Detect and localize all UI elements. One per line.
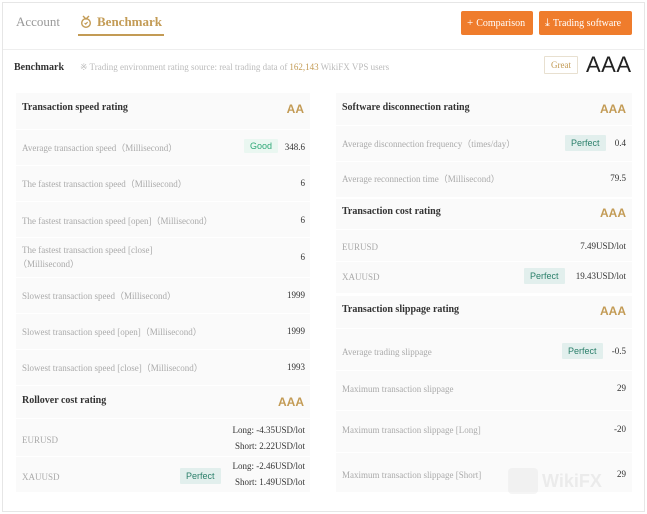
panel-title: Rollover cost rating	[22, 395, 107, 406]
row-label: Average reconnection time（Millisecond）	[342, 174, 500, 184]
row-label: Average trading slippage	[342, 347, 432, 357]
list-item: Maximum transaction slippage [Long] -20	[336, 410, 632, 452]
row-label: The fastest transaction speed（Millisecon…	[22, 179, 187, 189]
panel-grade: AAA	[278, 395, 304, 409]
panel-title: Software disconnection rating	[342, 102, 470, 113]
row-value: 6	[300, 215, 306, 225]
benchmark-label: Benchmark	[14, 61, 64, 73]
transaction-slippage-panel: Transaction slippage rating AAA Average …	[336, 296, 632, 492]
row-label: XAUUSD	[342, 272, 380, 282]
row-value: 1999	[287, 290, 305, 300]
list-item: Average trading slippage Perfect -0.5	[336, 328, 632, 370]
list-item: XAUUSD Perfect 19.43USD/lot	[336, 261, 632, 293]
header-divider	[3, 49, 644, 50]
row-value: 6	[300, 178, 306, 188]
perfect-badge: Perfect	[524, 268, 565, 284]
download-icon: ⤓	[545, 16, 550, 29]
row-label: Maximum transaction slippage	[342, 384, 454, 394]
transaction-cost-panel: Transaction cost rating AAA EURUSD 7.49U…	[336, 199, 632, 293]
list-item: Slowest transaction speed [close]（Millis…	[16, 349, 310, 385]
user-count: 162,143	[289, 62, 319, 72]
trading-software-button[interactable]: ⤓ Trading software	[539, 11, 632, 35]
list-item: Maximum transaction slippage 29	[336, 370, 632, 410]
short-value: Short: 1.49USD/lot	[234, 477, 305, 487]
row-value: 1993	[287, 362, 305, 372]
rollover-cost-panel: Rollover cost rating AAA EURUSD Long: -4…	[16, 386, 310, 492]
list-item: The fastest transaction speed [close] （M…	[16, 237, 310, 277]
row-label: Average transaction speed（Millisecond）	[22, 143, 178, 153]
row-label: Slowest transaction speed [open]（Millise…	[22, 327, 202, 337]
plus-icon: +	[467, 16, 474, 29]
tab-benchmark-label: Benchmark	[97, 14, 162, 29]
benchmark-summary: Benchmark ※ Trading environment rating s…	[14, 52, 634, 79]
great-badge: Great	[544, 56, 578, 74]
list-item: EURUSD Long: -4.35USD/lot Short: 2.22USD…	[16, 418, 310, 456]
row-value: -0.5	[611, 346, 626, 356]
panel-title: Transaction slippage rating	[342, 304, 460, 315]
watermark-text: WikiFX	[542, 470, 602, 491]
short-value: Short: 2.22USD/lot	[234, 441, 305, 451]
tab-account[interactable]: Account	[16, 12, 78, 34]
panel-grade: AAA	[600, 102, 626, 116]
list-item: EURUSD 7.49USD/lot	[336, 229, 632, 261]
tab-bar: Account Benchmark	[16, 12, 164, 36]
list-item: The fastest transaction speed（Millisecon…	[16, 165, 310, 201]
panel-grade: AAA	[600, 206, 626, 220]
panel-title: Transaction cost rating	[342, 206, 441, 217]
panel-grade: AAA	[600, 304, 626, 318]
note-suffix: WikiFX VPS users	[320, 62, 390, 72]
medal-icon	[79, 15, 93, 29]
good-badge: Good	[244, 139, 279, 153]
wikifx-logo-icon	[508, 468, 538, 494]
transaction-speed-panel: Transaction speed rating AA Average tran…	[16, 93, 310, 385]
wikifx-watermark: WikiFX	[508, 466, 636, 496]
row-value: 0.4	[614, 138, 626, 148]
tab-benchmark[interactable]: Benchmark	[78, 12, 164, 36]
list-item: Slowest transaction speed（Millisecond） 1…	[16, 277, 310, 313]
list-item: Slowest transaction speed [open]（Millise…	[16, 313, 310, 349]
row-value: 79.5	[610, 173, 626, 183]
row-value: 7.49USD/lot	[580, 241, 626, 251]
row-value: 1999	[287, 326, 305, 336]
info-icon: ※	[80, 61, 88, 72]
row-label: Slowest transaction speed [close]（Millis…	[22, 363, 203, 373]
row-value: -20	[614, 424, 626, 434]
row-value: 6	[300, 252, 306, 262]
row-label: Slowest transaction speed（Millisecond）	[22, 291, 176, 301]
long-value: Long: -2.46USD/lot	[232, 461, 305, 471]
long-value: Long: -4.35USD/lot	[232, 425, 305, 435]
trading-software-button-label: Trading software	[552, 17, 622, 29]
panel-title: Transaction speed rating	[22, 102, 128, 113]
row-label: EURUSD	[22, 435, 59, 445]
row-label: The fastest transaction speed [close]	[22, 245, 153, 255]
row-value: 348.6	[284, 142, 305, 152]
overall-grade: AAA	[586, 52, 632, 77]
row-label: EURUSD	[342, 242, 379, 252]
row-label: XAUUSD	[22, 472, 60, 482]
list-item: Average reconnection time（Millisecond） 7…	[336, 161, 632, 197]
row-label: Maximum transaction slippage [Long]	[342, 425, 481, 435]
perfect-badge: Perfect	[565, 135, 606, 151]
comparison-button[interactable]: + Comparison	[461, 11, 533, 35]
perfect-badge: Perfect	[180, 468, 221, 484]
software-disconnection-panel: Software disconnection rating AAA Averag…	[336, 93, 632, 197]
rating-source-note: ※ Trading environment rating source: rea…	[80, 62, 389, 73]
row-value: 29	[617, 383, 626, 393]
row-label: Maximum transaction slippage [Short]	[342, 470, 482, 480]
panel-grade: AA	[286, 102, 304, 116]
comparison-button-label: Comparison	[476, 17, 526, 29]
row-label-continued: （Millisecond）	[18, 259, 79, 269]
row-label: Average disconnection frequency（times/da…	[342, 139, 516, 149]
list-item: Average transaction speed（Millisecond） G…	[16, 129, 310, 165]
list-item: Average disconnection frequency（times/da…	[336, 125, 632, 161]
list-item: XAUUSD Perfect Long: -2.46USD/lot Short:…	[16, 456, 310, 492]
row-label: The fastest transaction speed [open]（Mil…	[22, 216, 213, 226]
list-item: The fastest transaction speed [open]（Mil…	[16, 201, 310, 237]
row-value: 19.43USD/lot	[575, 271, 626, 281]
perfect-badge: Perfect	[562, 343, 603, 359]
note-prefix: Trading environment rating source: real …	[89, 62, 288, 72]
